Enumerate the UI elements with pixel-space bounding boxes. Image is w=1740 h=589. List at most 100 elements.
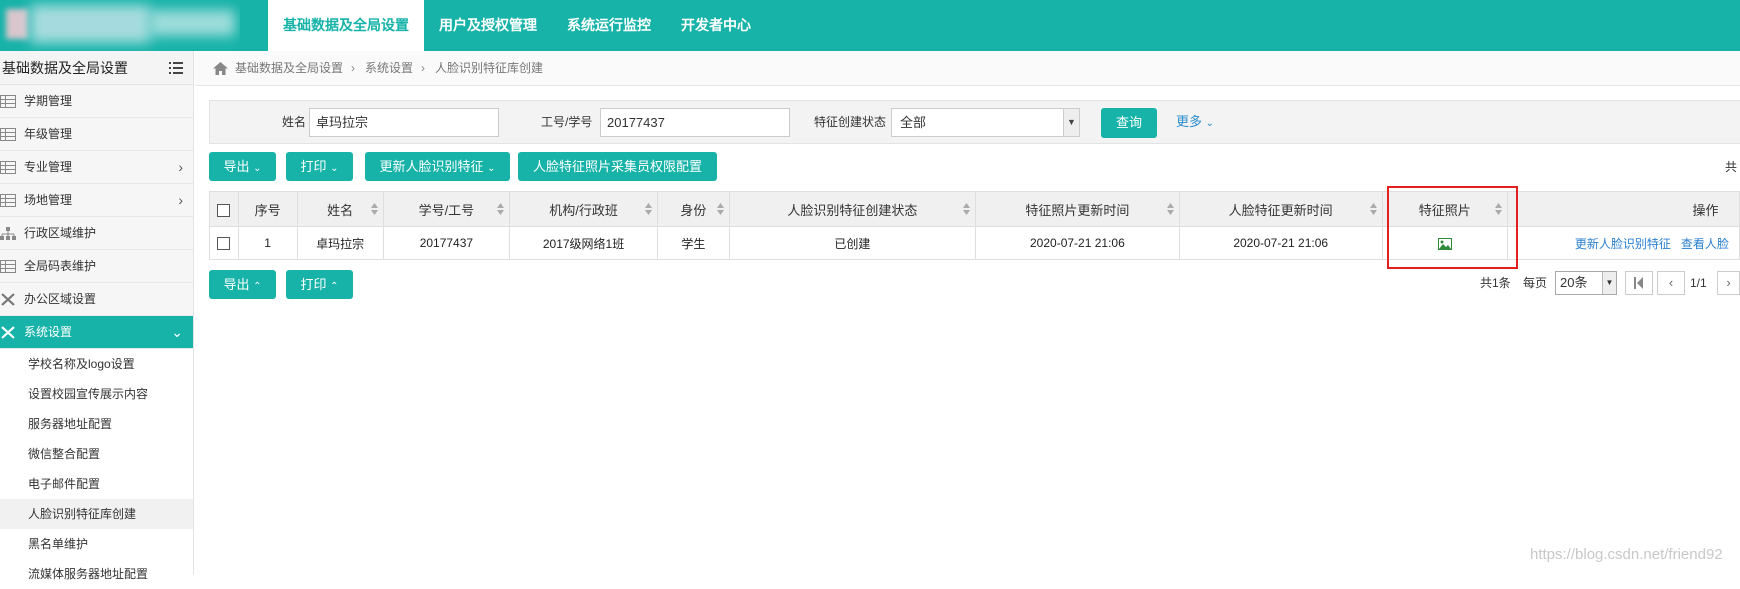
- first-page-button[interactable]: [1625, 271, 1653, 295]
- more-label: 更多: [1176, 114, 1203, 129]
- sidebar-item-label: 专业管理: [24, 160, 73, 174]
- chevron-down-icon: ⌄: [171, 324, 183, 340]
- org-tree-icon: [0, 227, 16, 240]
- name-input[interactable]: 卓玛拉宗: [309, 108, 499, 137]
- topnav-developer[interactable]: 开发者中心: [666, 0, 766, 51]
- sidebar-subitem-blacklist[interactable]: 黑名单维护: [0, 529, 193, 559]
- sort-icon[interactable]: [716, 203, 724, 215]
- sort-icon[interactable]: [645, 203, 653, 215]
- table-icon: [0, 128, 16, 141]
- chevron-right-icon: ›: [1726, 275, 1731, 290]
- sidebar-item-label: 学期管理: [24, 94, 73, 108]
- sidebar-item-system-settings[interactable]: 系统设置 ⌄: [0, 316, 193, 349]
- sort-icon[interactable]: [497, 203, 504, 215]
- sidebar-subitem-streaming[interactable]: 流媒体服务器地址配置: [0, 559, 193, 589]
- highlight-box: [1387, 186, 1518, 269]
- sidebar-item-label: 全局码表维护: [24, 259, 97, 273]
- column-header: 序号: [237, 191, 298, 227]
- per-page-value: 20条: [1560, 275, 1588, 290]
- column-header[interactable]: 人脸特征更新时间: [1178, 191, 1383, 227]
- export-button[interactable]: 导出 ⌄: [209, 152, 276, 181]
- chevron-down-icon: ▼: [1063, 109, 1079, 136]
- topnav-basic-data[interactable]: 基础数据及全局设置: [268, 0, 424, 51]
- chevron-down-icon: ▼: [1602, 272, 1616, 294]
- sidebar-subitem-wechat[interactable]: 微信整合配置: [0, 439, 193, 469]
- filter-bar: 姓名 卓玛拉宗 工号/学号 20177437 特征创建状态 全部 ▼ 查询 更多…: [209, 100, 1740, 144]
- status-cell: 已创建: [728, 226, 976, 260]
- sidebar: 基础数据及全局设置 学期管理 年级管理 专业管理 › 场地管理 › 行政区域维护…: [0, 51, 194, 589]
- update-feature-link[interactable]: 更新人脸识别特征: [1575, 237, 1671, 251]
- sidebar-item-label: 场地管理: [24, 193, 73, 207]
- prev-page-button[interactable]: ‹: [1657, 271, 1685, 295]
- sidebar-subitem-email[interactable]: 电子邮件配置: [0, 469, 193, 499]
- column-header[interactable]: 身份: [657, 191, 730, 227]
- row-checkbox[interactable]: [217, 237, 231, 251]
- print-button[interactable]: 打印 ⌄: [286, 152, 353, 181]
- collector-permission-button[interactable]: 人脸特征照片采集员权限配置: [518, 152, 717, 181]
- topnav-user-auth[interactable]: 用户及授权管理: [424, 0, 552, 51]
- role-cell: 学生: [657, 226, 730, 260]
- column-header[interactable]: 机构/行政班: [508, 191, 659, 227]
- more-filters-link[interactable]: 更多 ⌄: [1176, 101, 1214, 145]
- chevron-up-icon: ⌃: [330, 281, 339, 292]
- per-page-select[interactable]: 20条 ▼: [1555, 271, 1617, 295]
- sort-icon[interactable]: [370, 203, 378, 215]
- column-header[interactable]: 人脸识别特征创建状态: [728, 191, 976, 227]
- export-button-bottom[interactable]: 导出 ⌃: [209, 270, 276, 299]
- view-face-link[interactable]: 查看人脸: [1681, 237, 1729, 251]
- app-logo: [0, 0, 240, 51]
- next-page-button[interactable]: ›: [1717, 271, 1740, 295]
- breadcrumb-item[interactable]: 系统设置: [365, 51, 413, 86]
- sort-icon[interactable]: [1369, 203, 1377, 215]
- table-icon: [0, 95, 16, 108]
- sidebar-item-label: 年级管理: [24, 127, 73, 141]
- topnav-monitor[interactable]: 系统运行监控: [552, 0, 666, 51]
- sort-icon[interactable]: [962, 203, 970, 215]
- chevron-down-icon: ⌄: [487, 163, 496, 174]
- print-label: 打印: [300, 159, 327, 174]
- export-label: 导出: [223, 277, 250, 292]
- column-header[interactable]: 特征照片更新时间: [974, 191, 1180, 227]
- select-all-checkbox[interactable]: [217, 203, 231, 217]
- query-button[interactable]: 查询: [1101, 108, 1157, 138]
- table-icon: [0, 260, 16, 273]
- sidebar-item-semester[interactable]: 学期管理: [0, 85, 193, 118]
- chevron-right-icon: ›: [178, 159, 183, 175]
- sidebar-item-grade[interactable]: 年级管理: [0, 118, 193, 151]
- sidebar-item-major[interactable]: 专业管理 ›: [0, 151, 193, 184]
- update-feature-button[interactable]: 更新人脸识别特征 ⌄: [365, 152, 510, 181]
- breadcrumb: 基础数据及全局设置 › 系统设置 › 人脸识别特征库创建: [235, 51, 543, 86]
- sidebar-item-venue[interactable]: 场地管理 ›: [0, 184, 193, 217]
- home-icon[interactable]: [213, 62, 228, 75]
- column-header: 操作: [1506, 191, 1740, 227]
- org-cell: 2017级网络1班: [508, 226, 659, 260]
- top-nav: 基础数据及全局设置 用户及授权管理 系统运行监控 开发者中心: [268, 0, 766, 51]
- sidebar-subitem-face-library[interactable]: 人脸识别特征库创建: [0, 499, 193, 529]
- top-navbar: 基础数据及全局设置 用户及授权管理 系统运行监控 开发者中心: [0, 0, 1740, 51]
- feature-time-cell: 2020-07-21 21:06: [1178, 226, 1383, 260]
- column-header[interactable]: 姓名: [296, 191, 384, 227]
- sidebar-subitem-school-logo[interactable]: 学校名称及logo设置: [0, 349, 193, 379]
- print-label: 打印: [300, 277, 327, 292]
- print-button-bottom[interactable]: 打印 ⌃: [286, 270, 353, 299]
- sort-icon[interactable]: [1166, 203, 1174, 215]
- id-input[interactable]: 20177437: [600, 108, 790, 137]
- breadcrumb-item[interactable]: 基础数据及全局设置: [235, 51, 343, 86]
- select-all-cell: [209, 191, 239, 227]
- sidebar-subitem-server-address[interactable]: 服务器地址配置: [0, 409, 193, 439]
- sidebar-title: 基础数据及全局设置: [2, 60, 128, 76]
- chevron-right-icon: ›: [178, 192, 183, 208]
- sidebar-item-codetable[interactable]: 全局码表维护: [0, 250, 193, 283]
- table-icon: [0, 161, 16, 174]
- list-menu-icon[interactable]: [169, 62, 183, 74]
- sidebar-subitem-campus-promo[interactable]: 设置校园宣传展示内容: [0, 379, 193, 409]
- column-header[interactable]: 学号/工号: [382, 191, 511, 227]
- page-indicator: 1/1: [1690, 276, 1707, 290]
- photo-time-cell: 2020-07-21 21:06: [974, 226, 1180, 260]
- breadcrumb-separator-icon: ›: [421, 61, 426, 75]
- status-select[interactable]: 全部 ▼: [891, 108, 1080, 137]
- wrench-icon: [1, 293, 15, 306]
- sidebar-item-office[interactable]: 办公区域设置: [0, 283, 193, 316]
- sidebar-item-region[interactable]: 行政区域维护: [0, 217, 193, 250]
- name-cell: 卓玛拉宗: [296, 226, 384, 260]
